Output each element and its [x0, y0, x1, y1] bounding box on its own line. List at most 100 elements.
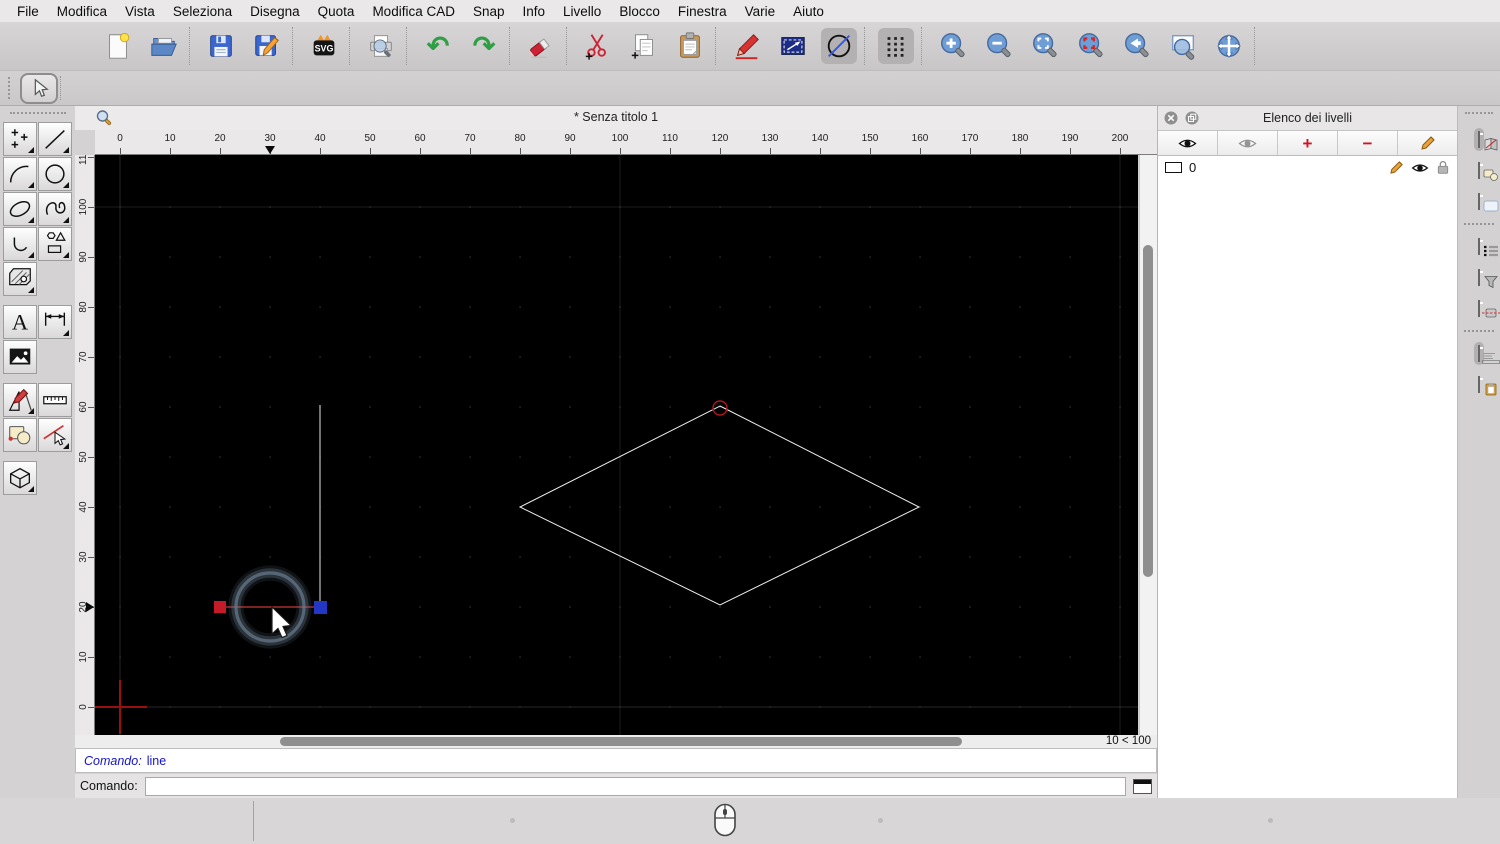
vertical-scrollbar[interactable]	[1139, 155, 1157, 735]
panel-close-button[interactable]	[1164, 111, 1178, 128]
draft-mode-button[interactable]	[821, 28, 857, 64]
circle-tool-button[interactable]	[38, 157, 72, 191]
copy-button[interactable]	[626, 28, 662, 64]
drawing-canvas[interactable]	[93, 155, 1138, 735]
ellipse-tool-button[interactable]	[3, 192, 37, 226]
panel-float-button[interactable]	[1185, 111, 1199, 128]
image-tool-button[interactable]	[3, 340, 37, 374]
zoom-pan-button[interactable]	[1211, 28, 1247, 64]
menu-snap[interactable]: Snap	[464, 4, 514, 19]
points-tool-button[interactable]	[3, 122, 37, 156]
menu-seleziona[interactable]: Seleziona	[164, 4, 241, 19]
selection-filter-toggle[interactable]	[1474, 266, 1498, 289]
zoom-previous-button[interactable]	[1119, 28, 1155, 64]
show-all-layers-button[interactable]	[1158, 131, 1218, 155]
endpoint-handle-start[interactable]	[214, 601, 226, 613]
remove-layer-button[interactable]: −	[1338, 131, 1398, 155]
solid-3d-tool-button[interactable]	[3, 461, 37, 495]
entity-list-icon	[1478, 238, 1498, 257]
select-tool-button[interactable]	[20, 72, 58, 104]
toolbar-handle[interactable]	[8, 77, 16, 99]
entity-diamond[interactable]	[518, 405, 921, 606]
h-ruler-tick	[1020, 148, 1021, 154]
palette-handle[interactable]	[9, 112, 66, 116]
export-svg-button[interactable]: SVG	[306, 28, 342, 64]
redo-button[interactable]: ↷	[466, 28, 502, 64]
selection-window-button[interactable]	[775, 28, 811, 64]
line-tool-button[interactable]	[38, 122, 72, 156]
menu-quota[interactable]: Quota	[309, 4, 364, 19]
delete-entities-button[interactable]	[523, 28, 559, 64]
dimension-tool-button[interactable]	[38, 305, 72, 339]
selection-filter-icon	[1478, 269, 1498, 289]
hatch-tool-button[interactable]	[3, 262, 37, 296]
h-ruler-label: 170	[961, 133, 979, 144]
command-options-toggle[interactable]	[1474, 297, 1500, 320]
horizontal-scrollbar-thumb[interactable]	[280, 737, 962, 746]
layer-color-swatch[interactable]	[1165, 162, 1182, 173]
save-document-button[interactable]	[203, 28, 239, 64]
menu-vista[interactable]: Vista	[116, 4, 164, 19]
layer-row[interactable]: 0	[1158, 156, 1457, 179]
command-detach-button[interactable]	[1133, 778, 1152, 794]
menu-info[interactable]: Info	[514, 4, 555, 19]
dock-handle[interactable]	[1465, 112, 1493, 116]
redraw-button[interactable]	[1073, 28, 1109, 64]
layer-visibility-icon[interactable]	[1411, 162, 1429, 174]
menu-finestra[interactable]: Finestra	[669, 4, 736, 19]
h-ruler-tick	[970, 148, 971, 154]
menu-disegna[interactable]: Disegna	[241, 4, 309, 19]
clipboard-notes-toggle[interactable]	[1474, 373, 1497, 396]
zoom-window-button[interactable]	[1165, 28, 1201, 64]
new-document-button[interactable]	[100, 28, 136, 64]
entity-list-toggle[interactable]	[1474, 235, 1498, 258]
h-ruler-label: 0	[117, 133, 123, 144]
undo-button[interactable]: ↶	[420, 28, 456, 64]
edit-with-attributes-button[interactable]	[729, 28, 765, 64]
hide-all-layers-button[interactable]	[1218, 131, 1278, 155]
grid-toggle-button[interactable]	[878, 28, 914, 64]
menu-file[interactable]: File	[8, 4, 48, 19]
add-layer-button[interactable]: +	[1278, 131, 1338, 155]
layer-list-toggle[interactable]	[1474, 128, 1498, 151]
modify-tool-button[interactable]	[3, 383, 37, 417]
layer-list-panel: Elenco dei livelli + − 0	[1157, 106, 1457, 798]
edit-layer-button[interactable]	[1398, 131, 1457, 155]
menu-modifica[interactable]: Modifica	[48, 4, 116, 19]
menu-aiuto[interactable]: Aiuto	[784, 4, 833, 19]
endpoint-handle-end[interactable]	[314, 601, 327, 614]
save-document-as-button[interactable]	[249, 28, 285, 64]
menu-blocco[interactable]: Blocco	[610, 4, 669, 19]
open-document-button[interactable]	[146, 28, 182, 64]
menu-livello[interactable]: Livello	[554, 4, 610, 19]
h-ruler-tick	[920, 148, 921, 154]
spline-tool-button[interactable]	[38, 192, 72, 226]
h-ruler-tick	[770, 148, 771, 154]
explode-tool-button[interactable]	[38, 418, 72, 452]
polygon-shapes-tool-button[interactable]	[38, 227, 72, 261]
measure-tool-button[interactable]	[38, 383, 72, 417]
block-list-toggle[interactable]	[1474, 159, 1498, 182]
auto-zoom-button[interactable]	[1027, 28, 1063, 64]
zoom-out-button[interactable]	[981, 28, 1017, 64]
cut-button[interactable]	[580, 28, 616, 64]
canvas-svg[interactable]	[93, 155, 1138, 735]
library-browser-toggle[interactable]	[1474, 190, 1499, 213]
command-line-icon	[1478, 345, 1500, 364]
zoom-in-button[interactable]	[935, 28, 971, 64]
command-input[interactable]	[144, 776, 1126, 796]
vertical-scrollbar-thumb[interactable]	[1143, 245, 1153, 577]
arc-tool-button[interactable]	[3, 157, 37, 191]
order-tool-button[interactable]	[3, 418, 37, 452]
menu-modifica-cad[interactable]: Modifica CAD	[363, 4, 464, 19]
horizontal-scrollbar[interactable]: 10 < 100	[75, 735, 1157, 748]
menu-varie[interactable]: Varie	[736, 4, 785, 19]
layer-lock-icon[interactable]	[1436, 160, 1450, 175]
command-line-toggle[interactable]	[1474, 342, 1500, 365]
print-preview-button[interactable]	[363, 28, 399, 64]
text-tool-button[interactable]: A	[3, 305, 37, 339]
polyline-tool-button[interactable]	[3, 227, 37, 261]
h-ruler-tick	[220, 148, 221, 154]
layer-edit-pencil-icon[interactable]	[1389, 160, 1404, 175]
paste-button[interactable]	[672, 28, 708, 64]
